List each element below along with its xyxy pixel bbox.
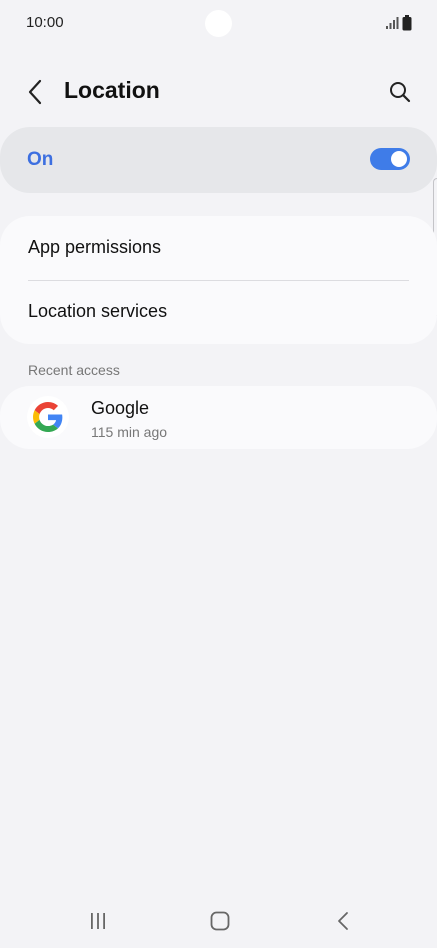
app-name: Google [91,398,150,418]
status-bar: 10:00 [0,0,437,46]
recent-access-header: Recent access [28,362,120,378]
recent-app-google[interactable]: Google 115 min ago [0,386,437,449]
menu-item-label: App permissions [28,237,162,257]
menu-item-location-services[interactable]: Location services [0,280,437,344]
recents-icon [91,913,105,929]
back-button[interactable] [20,76,52,108]
menu-item-app-permissions[interactable]: App permissions [0,216,437,280]
status-icons [385,15,413,31]
master-switch-label: On [27,149,54,170]
home-icon [210,911,230,931]
camera-cutout [205,10,232,37]
menu-item-label: Location services [28,301,168,321]
search-icon [390,82,411,103]
back-icon [338,912,348,930]
home-button[interactable] [200,906,240,936]
signal-icon [386,17,399,29]
status-time: 10:00 [26,14,64,31]
battery-icon [402,15,412,31]
system-nav-bar [0,898,437,948]
recents-button[interactable] [78,906,118,936]
system-back-button[interactable] [323,906,363,936]
page-title: Location [64,77,160,103]
app-last-access: 115 min ago [91,424,168,440]
google-icon [27,396,69,438]
location-toggle[interactable] [370,148,410,170]
settings-menu-card: App permissions Location services [0,216,437,344]
location-master-switch[interactable]: On [0,127,437,193]
search-button[interactable] [383,75,417,109]
chevron-left-icon [28,79,42,105]
app-header: Location [0,66,437,118]
toggle-knob [391,151,407,167]
